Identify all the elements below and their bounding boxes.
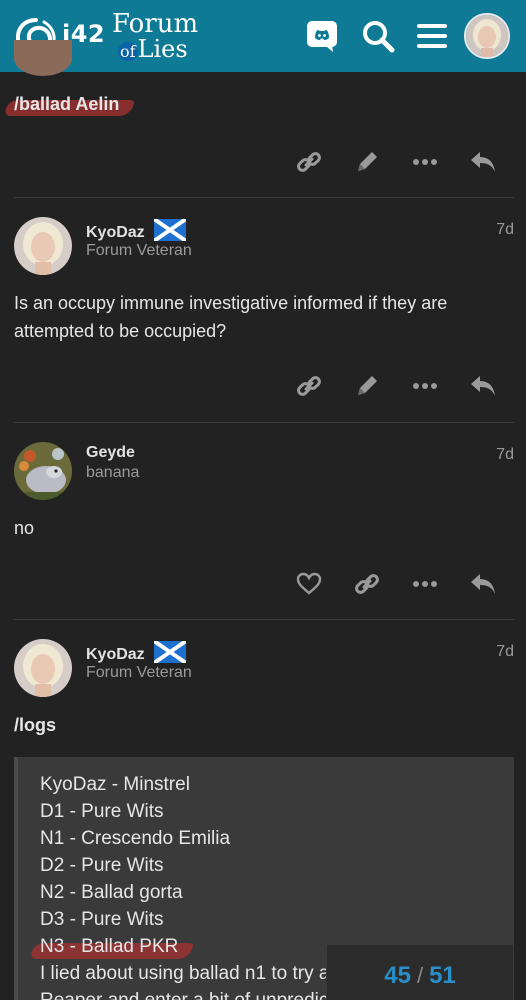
kyodaz-avatar-image [14, 639, 72, 697]
post-body: /ballad Aelin [4, 90, 514, 118]
quote-line: Reaper and enter a bit of unpredic [40, 987, 329, 1000]
post-divider [14, 422, 514, 423]
link-icon [355, 574, 379, 594]
quote-line: N1 - Crescendo Emilia [40, 828, 231, 849]
quote-line: D1 - Pure Wits [40, 801, 164, 822]
quote-line: D3 - Pure Wits [40, 909, 164, 930]
post-command-text: /ballad Aelin [14, 94, 120, 114]
site-title-of: of [118, 42, 138, 61]
progress-separator: / [416, 963, 424, 988]
post-body: /logs [14, 715, 57, 735]
user-avatar-image [466, 15, 508, 57]
ellipsis-icon [413, 581, 437, 587]
current-user-avatar[interactable] [464, 13, 510, 59]
kyodaz-avatar-image [14, 217, 72, 275]
discord-button[interactable] [300, 14, 344, 58]
post-divider [14, 197, 514, 198]
ellipsis-icon [413, 159, 437, 165]
quote-line: KyoDaz - Minstrel [40, 774, 190, 795]
post-actions [280, 562, 512, 606]
more-button[interactable] [396, 140, 454, 184]
username[interactable]: KyoDaz [86, 219, 187, 242]
discord-icon [307, 21, 337, 52]
site-title-line1: Forum [112, 9, 199, 39]
site-title-line2: ofLies [118, 36, 188, 65]
post-body: Is an occupy immune investigative inform… [14, 293, 448, 341]
progress-total: 51 [429, 962, 456, 989]
post-age[interactable]: 7d [496, 221, 514, 239]
pencil-icon [358, 376, 377, 395]
ellipsis-icon [413, 383, 437, 389]
site-title-lies: Lies [137, 35, 188, 63]
post-age[interactable]: 7d [496, 446, 514, 464]
post-divider [14, 619, 514, 620]
like-button[interactable] [280, 562, 338, 606]
reply-button[interactable] [454, 364, 512, 408]
user-title: Forum Veteran [86, 242, 192, 259]
edit-button[interactable] [338, 140, 396, 184]
reply-icon [471, 376, 495, 396]
link-icon [297, 376, 321, 396]
scotland-flag-icon [154, 219, 187, 241]
avatar [14, 40, 72, 76]
reply-icon [471, 152, 495, 172]
username[interactable]: KyoDaz [86, 641, 187, 664]
search-button[interactable] [356, 14, 400, 58]
reply-icon [471, 574, 495, 594]
reply-button[interactable] [454, 562, 512, 606]
user-title: Forum Veteran [86, 664, 192, 681]
scotland-flag-icon [154, 641, 187, 663]
quote-lines: KyoDaz - Minstrel D1 - Pure Wits N1 - Cr… [30, 771, 330, 1000]
site-header: i42 Forum ofLies [0, 0, 526, 72]
menu-button[interactable] [410, 14, 454, 58]
reply-button[interactable] [454, 140, 512, 184]
quote-line: N2 - Ballad gorta [40, 882, 183, 903]
username[interactable]: Geyde [86, 444, 135, 462]
avatar[interactable] [14, 217, 72, 275]
copy-link-button[interactable] [338, 562, 396, 606]
quote-line: I lied about using ballad n1 to try a [40, 963, 330, 984]
user-title: banana [86, 464, 140, 481]
link-icon [297, 152, 321, 172]
avatar[interactable] [14, 639, 72, 697]
quote-line: D2 - Pure Wits [40, 855, 164, 876]
geyde-avatar-image [14, 442, 72, 500]
search-icon [363, 21, 395, 53]
more-button[interactable] [396, 562, 454, 606]
progress-current: 45 [384, 962, 411, 989]
post-actions [280, 364, 512, 408]
edit-button[interactable] [338, 364, 396, 408]
post-body: no [14, 518, 35, 538]
hamburger-menu-icon [417, 24, 447, 48]
heart-icon [296, 572, 322, 595]
copy-link-button[interactable] [280, 364, 338, 408]
copy-link-button[interactable] [280, 140, 338, 184]
post-actions [280, 140, 512, 184]
avatar[interactable] [14, 442, 72, 500]
post-age[interactable]: 7d [496, 643, 514, 661]
quote-line-highlighted: N3 - Ballad PKR [30, 933, 329, 960]
pencil-icon [358, 152, 377, 171]
more-button[interactable] [396, 364, 454, 408]
topic-progress[interactable]: 45 / 51 [326, 944, 514, 1000]
